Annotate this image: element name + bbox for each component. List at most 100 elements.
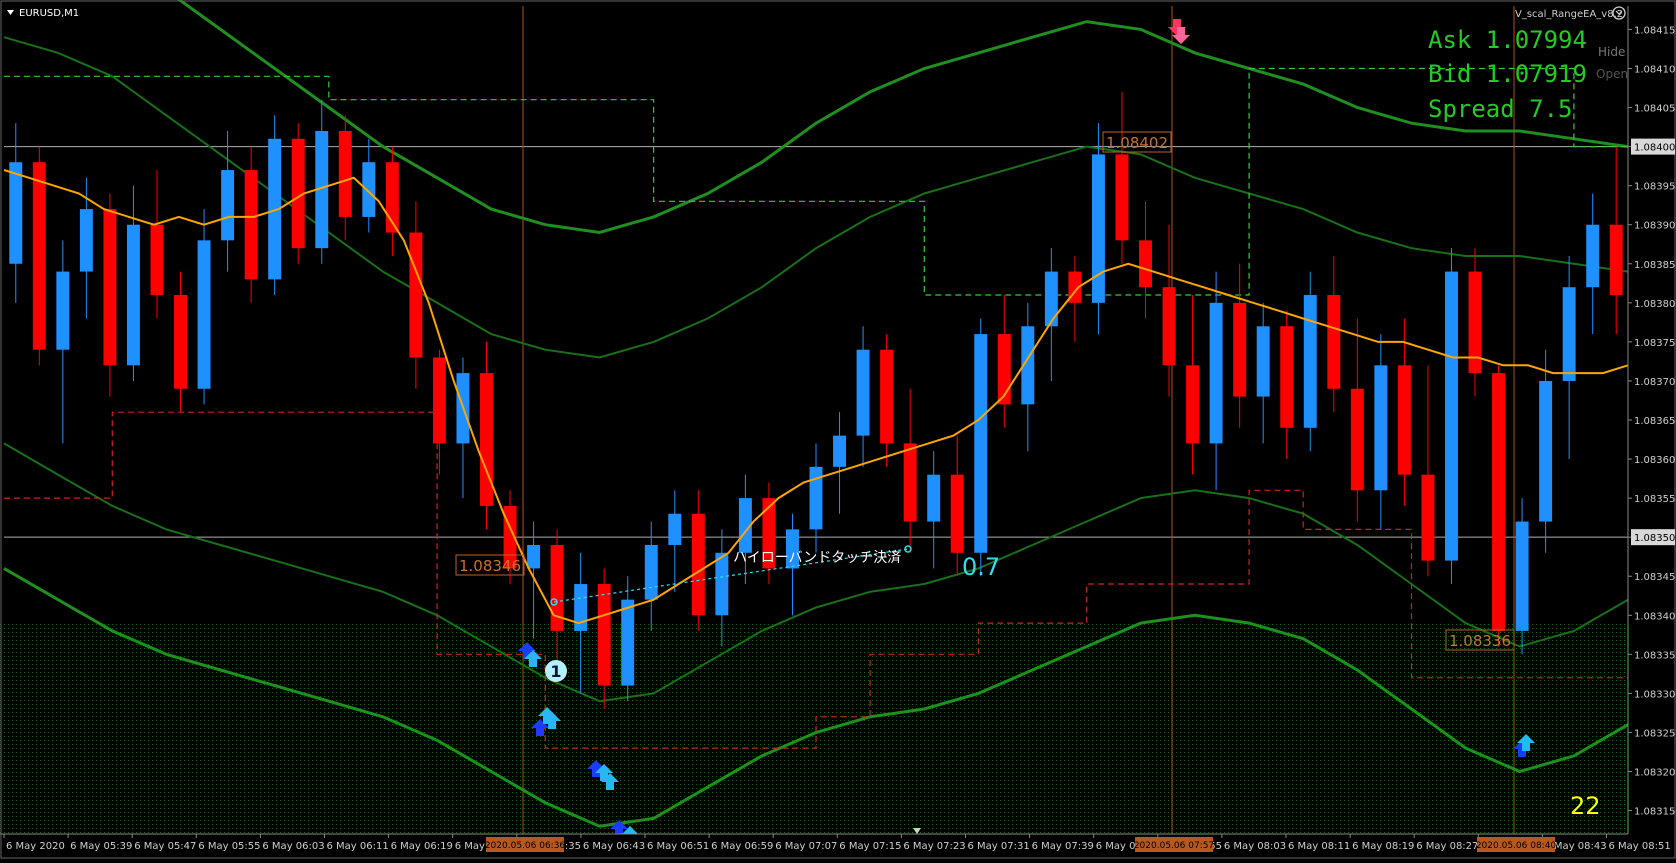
- time-axis-label: 6 May 08:27: [1416, 841, 1478, 852]
- candle[interactable]: [1091, 123, 1105, 335]
- symbol-timeframe-label: EURUSD,M1: [19, 8, 79, 19]
- candle-body: [856, 349, 870, 436]
- time-axis-label: 6 May 05:39: [70, 841, 132, 852]
- candle-body: [950, 474, 964, 553]
- candle-body: [150, 224, 164, 296]
- candle-body: [1492, 373, 1506, 631]
- price-axis-label: 1.08385: [1634, 260, 1675, 271]
- price-axis-label: 1.08380: [1634, 299, 1675, 310]
- candle-body: [1445, 271, 1458, 561]
- time-axis-label: 6 May 08:11: [1288, 841, 1350, 852]
- price-axis-label: 1.08415: [1634, 25, 1675, 36]
- price-axis-label: 1.08365: [1634, 416, 1675, 427]
- candle-body: [1421, 474, 1435, 561]
- candle-body: [903, 443, 917, 522]
- candle-body: [880, 349, 894, 444]
- candle[interactable]: [1492, 365, 1506, 647]
- candle-body: [79, 209, 93, 272]
- time-axis-label: 6 May 07:31: [968, 841, 1030, 852]
- candle-body: [974, 334, 988, 553]
- chart-canvas[interactable]: 1 1.08402 1.08346 1.08336 1.08415 1.08410 1.0…: [0, 0, 1676, 859]
- time-marker-label: 2020.05.06 06:36: [485, 841, 566, 851]
- time-axis-label: 6 May 06:51: [647, 841, 709, 852]
- price-axis-label: 1.08375: [1634, 338, 1675, 349]
- candle-body: [338, 130, 352, 217]
- candle[interactable]: [268, 115, 282, 296]
- price-axis-label: 1.08395: [1634, 182, 1675, 193]
- candle[interactable]: [1303, 271, 1317, 452]
- candle-body: [103, 209, 117, 366]
- expert-advisor-label: V_scal_RangeEA_v8.2: [1515, 9, 1623, 20]
- price-axis-label: 1.08360: [1634, 455, 1675, 466]
- candle-body: [1562, 287, 1576, 381]
- trade-profit-value: 0.7: [962, 553, 1000, 581]
- candle-body: [9, 162, 23, 264]
- price-axis-label: 1.08340: [1634, 611, 1675, 622]
- candle-body: [1280, 326, 1294, 428]
- trade-exit-annotation: ハイローバンドタッチ決済: [733, 550, 901, 566]
- candle-body: [833, 435, 847, 467]
- price-tag-value: 1.08402: [1106, 134, 1168, 152]
- candle-body: [715, 552, 729, 616]
- candle-body: [644, 544, 658, 600]
- time-marker-label: 2020.05.06 07:57: [1134, 841, 1214, 851]
- ask-price-label: Ask 1.07994: [1428, 26, 1587, 54]
- candle-body: [126, 224, 140, 366]
- price-tag-value: 1.08346: [459, 557, 521, 575]
- price-axis-label: 1.08400: [1634, 143, 1675, 154]
- time-axis-label: 6 May 05:55: [198, 841, 260, 852]
- price-axis-label: 1.08405: [1634, 104, 1675, 115]
- time-axis-label: 6 May 06:03: [262, 841, 324, 852]
- time-axis-label: 6 May 05:47: [134, 841, 196, 852]
- candle[interactable]: [1445, 248, 1458, 585]
- candle-body: [174, 295, 187, 389]
- candle-body: [597, 584, 611, 686]
- time-axis-label: 6 May 07:07: [775, 841, 837, 852]
- candle-body: [197, 240, 211, 389]
- candle-body: [1374, 365, 1388, 491]
- price-axis-label: 1.08410: [1634, 64, 1675, 75]
- candle-body: [1044, 271, 1058, 327]
- price-axis-label: 1.08350: [1634, 533, 1675, 544]
- candle-body: [1256, 326, 1270, 397]
- price-chart[interactable]: 1 1.08402 1.08346 1.08336 1.08415 1.08410 1.0…: [0, 0, 1676, 859]
- price-tag-value: 1.08336: [1449, 632, 1511, 650]
- candle-body: [527, 544, 541, 569]
- candle-body: [668, 513, 682, 545]
- candle-body: [1233, 302, 1247, 397]
- time-axis-label: 6 May 08:19: [1352, 841, 1414, 852]
- candle[interactable]: [1515, 498, 1529, 655]
- trade-number-label: 1: [550, 662, 561, 681]
- candle-body: [221, 170, 235, 241]
- spread-label: Spread 7.5: [1428, 95, 1573, 123]
- candle-body: [1586, 224, 1600, 288]
- candle-body: [362, 162, 376, 217]
- price-axis-label: 1.08325: [1634, 728, 1675, 739]
- price-axis-label: 1.08355: [1634, 494, 1675, 505]
- candle-body: [1515, 521, 1529, 631]
- candle[interactable]: [974, 318, 988, 577]
- time-axis-label: 6 May 06:19: [391, 841, 453, 852]
- open-panel-button[interactable]: Open: [1596, 67, 1628, 81]
- candle-body: [32, 162, 46, 350]
- candle-body: [691, 513, 705, 616]
- time-axis-label: 6 May 08:51: [1609, 841, 1671, 852]
- candle-body: [1186, 365, 1200, 444]
- candle-body: [1397, 365, 1411, 475]
- candle-body: [480, 373, 493, 506]
- candle-body: [1115, 154, 1129, 241]
- candle-body: [621, 599, 635, 686]
- price-axis-label: 1.08390: [1634, 221, 1675, 232]
- price-axis-label: 1.08320: [1634, 768, 1675, 779]
- time-axis-label: 6 May 06:11: [327, 841, 389, 852]
- candle-body: [1539, 380, 1553, 522]
- candle-body: [1350, 388, 1364, 491]
- candle-body: [244, 170, 258, 280]
- candle-body: [1609, 224, 1623, 296]
- candle-body: [1091, 154, 1105, 303]
- candle-body: [1209, 302, 1223, 444]
- candle-body: [1162, 287, 1176, 366]
- candle[interactable]: [244, 146, 258, 303]
- candle-body: [432, 357, 446, 444]
- hide-panel-button[interactable]: Hide: [1598, 45, 1625, 59]
